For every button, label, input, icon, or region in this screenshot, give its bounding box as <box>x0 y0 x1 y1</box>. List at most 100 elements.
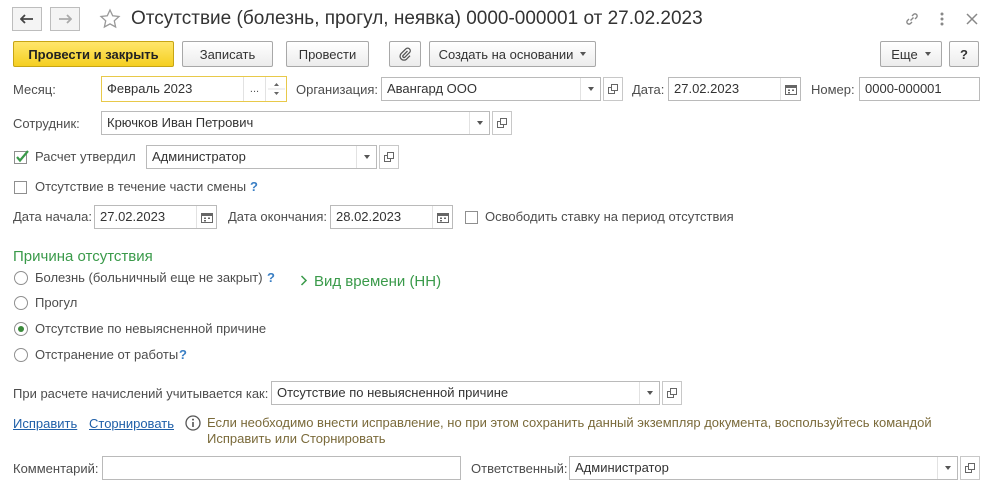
organization-open-button[interactable] <box>603 77 623 101</box>
page-title: Отсутствие (болезнь, прогул, неявка) 000… <box>131 8 703 29</box>
calendar-icon <box>784 84 797 95</box>
chevron-down-icon <box>580 52 587 56</box>
number-label: Номер: <box>811 82 855 97</box>
employee-dropdown[interactable] <box>469 112 489 134</box>
accrual-value: Отсутствие по невыясненной причине <box>277 385 509 400</box>
create-based-on-label: Создать на основании <box>438 46 574 62</box>
reason-option-unexplained: Отсутствие по невыясненной причине <box>35 321 267 336</box>
organization-dropdown[interactable] <box>580 78 600 100</box>
info-icon <box>185 415 201 434</box>
organization-label: Организация: <box>296 82 379 97</box>
accrual-dropdown[interactable] <box>639 382 659 404</box>
end-date-calendar-button[interactable] <box>432 206 452 228</box>
responsible-open-button[interactable] <box>960 456 980 480</box>
arrow-left-icon <box>20 14 33 24</box>
employee-open-button[interactable] <box>492 111 512 135</box>
reason-radio-suspension[interactable] <box>14 348 28 362</box>
responsible-value: Администратор <box>575 460 669 475</box>
date-calendar-button[interactable] <box>780 78 800 100</box>
favorite-star-icon[interactable] <box>99 8 121 33</box>
reason-radio-truancy[interactable] <box>14 296 28 310</box>
save-button[interactable]: Записать <box>182 41 273 67</box>
month-label: Месяц: <box>13 82 56 97</box>
employee-field[interactable]: Крючков Иван Петрович <box>101 111 490 135</box>
back-button[interactable] <box>12 7 42 31</box>
date-label: Дата: <box>632 82 665 97</box>
spinner-icon <box>268 83 285 95</box>
start-date-calendar-button[interactable] <box>196 206 216 228</box>
end-date-field[interactable]: 28.02.2023 <box>330 205 453 229</box>
attach-button[interactable] <box>389 41 421 67</box>
open-window-icon <box>608 84 618 94</box>
open-window-icon <box>965 463 975 473</box>
more-button[interactable]: Еще <box>880 41 942 67</box>
close-icon[interactable] <box>962 9 982 29</box>
chevron-down-icon <box>924 52 931 56</box>
approved-by-dropdown[interactable] <box>356 146 376 168</box>
partial-shift-label: Отсутствие в течение части смены <box>35 179 247 194</box>
paperclip-icon <box>399 47 411 61</box>
arrow-right-icon <box>59 14 72 24</box>
end-date-label: Дата окончания: <box>228 209 327 224</box>
free-rate-checkbox[interactable] <box>465 211 478 224</box>
responsible-label: Ответственный: <box>471 461 568 476</box>
help-question-icon[interactable]: ? <box>179 347 187 363</box>
month-spinner[interactable] <box>265 77 286 101</box>
info-text: Если необходимо внести исправление, но п… <box>207 415 932 446</box>
help-button[interactable]: ? <box>949 41 979 67</box>
open-window-icon <box>497 118 507 128</box>
free-rate-label: Освободить ставку на период отсутствия <box>485 209 734 224</box>
responsible-field[interactable]: Администратор <box>569 456 958 480</box>
comment-label: Комментарий: <box>13 461 99 476</box>
end-date-value: 28.02.2023 <box>336 209 402 224</box>
open-window-icon <box>384 152 394 162</box>
approved-by-open-button[interactable] <box>379 145 399 169</box>
reason-option-suspension: Отстранение от работы <box>35 347 179 362</box>
employee-value: Крючков Иван Петрович <box>107 115 254 130</box>
accrual-open-button[interactable] <box>662 381 682 405</box>
start-date-value: 27.02.2023 <box>100 209 166 224</box>
more-label: Еще <box>891 46 918 62</box>
chevron-down-icon <box>476 121 483 125</box>
forward-button[interactable] <box>50 7 80 31</box>
time-kind-toggle[interactable]: Вид времени (НН) <box>300 273 441 291</box>
post-button[interactable]: Провести <box>286 41 369 67</box>
responsible-dropdown[interactable] <box>937 457 957 479</box>
accrual-label: При расчете начислений учитывается как: <box>13 386 269 401</box>
start-date-field[interactable]: 27.02.2023 <box>94 205 217 229</box>
help-question-icon[interactable]: ? <box>267 270 275 286</box>
number-field[interactable]: 0000-000001 <box>859 77 980 101</box>
more-vertical-icon[interactable] <box>932 9 952 29</box>
fix-link[interactable]: Исправить <box>13 416 77 432</box>
partial-shift-checkbox[interactable] <box>14 181 27 194</box>
approved-checkbox[interactable] <box>14 150 29 164</box>
create-based-on-button[interactable]: Создать на основании <box>429 41 596 67</box>
organization-value: Авангард ООО <box>387 81 477 96</box>
checkmark-icon <box>14 150 29 164</box>
chevron-down-icon <box>944 466 951 470</box>
date-field[interactable]: 27.02.2023 <box>668 77 801 101</box>
approved-by-field[interactable]: Администратор <box>146 145 377 169</box>
approved-label: Расчет утвердил <box>35 149 136 164</box>
number-value: 0000-000001 <box>865 81 942 96</box>
organization-field[interactable]: Авангард ООО <box>381 77 601 101</box>
reason-heading: Причина отсутствия <box>13 248 153 265</box>
open-window-icon <box>667 388 677 398</box>
calendar-icon <box>200 212 213 223</box>
approved-by-value: Администратор <box>152 149 246 164</box>
reason-radio-unexplained[interactable] <box>14 322 28 336</box>
month-value: Февраль 2023 <box>107 81 193 96</box>
time-kind-label: Вид времени (НН) <box>314 273 442 290</box>
month-field[interactable]: Февраль 2023 ... <box>101 76 287 102</box>
comment-input[interactable] <box>102 456 461 480</box>
reverse-link[interactable]: Сторнировать <box>89 416 174 432</box>
select-ellipsis-button[interactable]: ... <box>243 77 265 101</box>
chevron-right-icon <box>300 275 308 286</box>
help-question-icon[interactable]: ? <box>250 179 258 195</box>
link-icon[interactable] <box>902 9 922 29</box>
accrual-field[interactable]: Отсутствие по невыясненной причине <box>271 381 660 405</box>
reason-radio-illness[interactable] <box>14 271 28 285</box>
reason-option-illness: Болезнь (больничный еще не закрыт) <box>35 270 263 285</box>
post-and-close-button[interactable]: Провести и закрыть <box>13 41 174 67</box>
calendar-icon <box>436 212 449 223</box>
